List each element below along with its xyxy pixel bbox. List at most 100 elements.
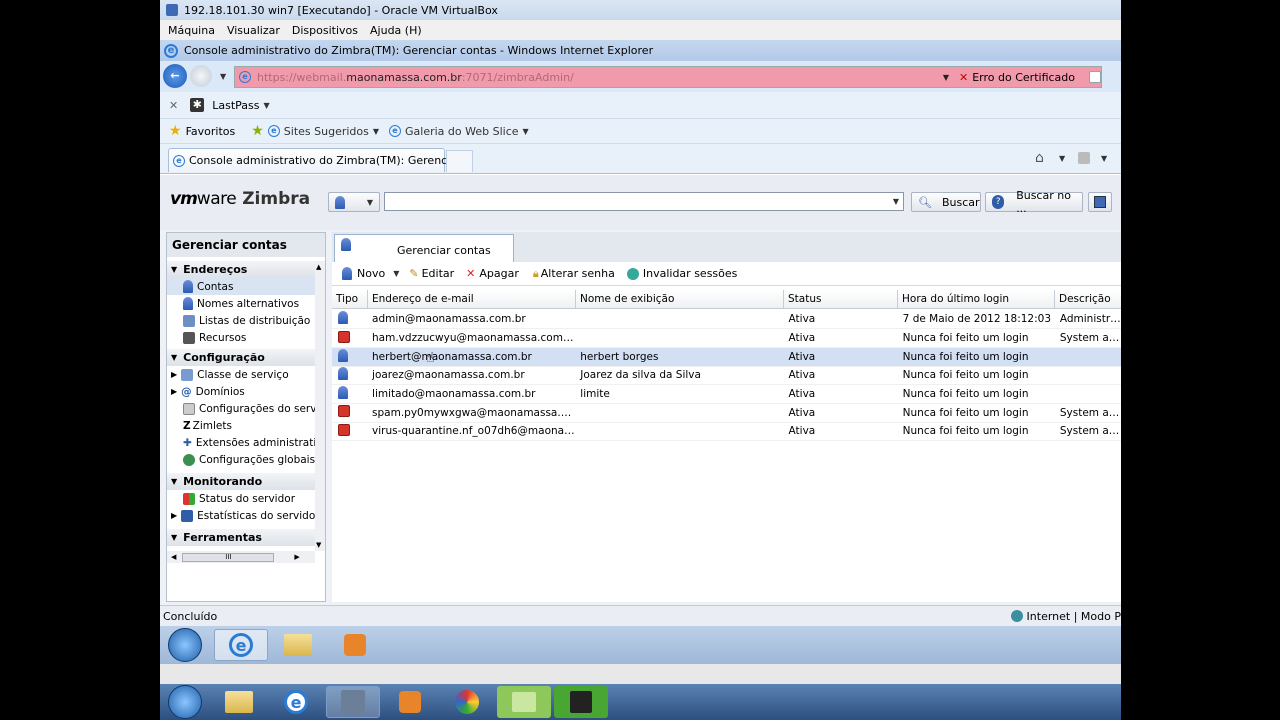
host-explorer-button[interactable] [212, 686, 266, 718]
forward-button[interactable] [190, 65, 212, 87]
table-row-selected[interactable]: herbert@maonamassa.com.br herbert borges… [332, 347, 1121, 367]
col-tipo[interactable]: Tipo [332, 289, 368, 309]
sidebar-item-config-servidor[interactable]: Configurações do servido [167, 400, 315, 417]
cert-error-button[interactable]: Erro do Certificado [972, 71, 1075, 84]
sidebar-item-status-servidor[interactable]: Status do servidor [167, 490, 315, 507]
search-in-button[interactable]: ? Buscar no ... [985, 189, 1083, 215]
col-email[interactable]: Endereço de e-mail [368, 289, 576, 309]
table-row[interactable]: spam.py0mywxgwa@maonamassa.com.br Ativa … [332, 403, 1121, 423]
home-dropdown-icon[interactable]: ▼ [1059, 154, 1065, 163]
vm-menu-devices[interactable]: Dispositivos [292, 24, 358, 37]
host-start-button[interactable] [168, 685, 202, 719]
browser-tab-active[interactable]: e Console administrativo do Zimbra(TM): … [168, 148, 468, 172]
section-enderecos[interactable]: ▼ Endereços [167, 261, 315, 278]
url-suffix: :7071/zimbraAdmin/ [461, 70, 574, 84]
expand-icon[interactable]: ▶ [171, 387, 177, 396]
table-row[interactable]: joarez@maonamassa.com.br Joarez da silva… [332, 366, 1121, 386]
invalidate-sessions-button[interactable]: Invalidar sessões [643, 267, 738, 280]
search-icon: 🔍︎ [918, 195, 932, 209]
table-row[interactable]: limitado@maonamassa.com.br limite Ativa … [332, 384, 1121, 404]
col-nome[interactable]: Nome de exibição [576, 289, 784, 309]
host-media-button[interactable] [383, 686, 437, 718]
taskbar-media-button[interactable] [328, 629, 382, 661]
row-type-cell [332, 310, 369, 330]
sidebar-item-recursos[interactable]: Recursos [167, 329, 315, 346]
change-password-button[interactable]: Alterar senha [541, 267, 615, 280]
hscroll-thumb[interactable]: III [182, 552, 275, 562]
save-search-button[interactable] [1088, 192, 1112, 212]
sidebar-item-extensoes[interactable]: ✚Extensões administrativa [167, 434, 315, 451]
search-type-dropdown[interactable]: ▼ [328, 192, 380, 212]
host-notes-button[interactable] [497, 686, 551, 718]
col-descricao[interactable]: Descrição [1055, 290, 1121, 309]
web-slice-link[interactable]: Galeria do Web Slice [405, 125, 519, 138]
new-button[interactable]: Novo [357, 267, 385, 280]
section-ferramentas[interactable]: ▼ Ferramentas [167, 529, 315, 546]
feeds-dropdown-icon[interactable]: ▼ [1101, 154, 1107, 163]
edit-button[interactable]: Editar [422, 267, 455, 280]
new-dropdown-icon[interactable]: ▼ [393, 269, 399, 278]
sidebar-item-classe-servico[interactable]: ▶ Classe de serviço [167, 366, 315, 383]
scroll-right-icon[interactable]: ▶ [294, 553, 299, 561]
vm-menu-machine[interactable]: Máquina [168, 24, 215, 37]
sidebar-item-listas[interactable]: Listas de distribuição [167, 312, 315, 329]
new-account-icon [342, 267, 352, 280]
close-toolbar-icon[interactable]: ✕ [169, 99, 178, 112]
collapse-icon[interactable]: ▼ [171, 265, 177, 274]
host-virtualbox-button[interactable] [326, 686, 380, 718]
sidebar-vscrollbar[interactable]: ▲ ▼ [315, 261, 325, 551]
back-button[interactable]: ← [163, 64, 187, 88]
suggested-sites-link[interactable]: Sites Sugeridos [284, 125, 369, 138]
section-configuracao[interactable]: ▼ Configuração [167, 349, 315, 366]
vm-menu-view[interactable]: Visualizar [227, 24, 280, 37]
ie-taskbar-icon: e [229, 633, 253, 657]
scroll-left-icon[interactable]: ◀ [171, 553, 176, 561]
add-favorite-icon[interactable]: ★ [251, 124, 264, 138]
table-row[interactable]: ham.vdzzucwyu@maonamassa.com.br Ativa Nu… [332, 328, 1121, 348]
taskbar-explorer-button[interactable] [271, 629, 325, 661]
search-input[interactable]: ▼ [384, 192, 904, 211]
expand-icon[interactable]: ▶ [171, 370, 177, 379]
host-recorder-button[interactable] [554, 686, 608, 718]
collapse-icon[interactable]: ▼ [171, 477, 177, 486]
sidebar-item-contas[interactable]: Contas [167, 278, 315, 295]
col-ultimo-login[interactable]: Hora do último login [898, 289, 1055, 309]
refresh-icon[interactable] [1089, 71, 1101, 83]
table-row[interactable]: virus-quarantine.nf_o07dh6@maonamass... … [332, 422, 1121, 442]
collapse-icon[interactable]: ▼ [171, 533, 177, 542]
start-button[interactable] [168, 628, 202, 662]
expand-icon[interactable]: ▶ [171, 511, 177, 520]
suggested-sites-dropdown-icon[interactable]: ▼ [373, 127, 379, 136]
feeds-icon[interactable] [1078, 152, 1090, 164]
search-history-dropdown-icon[interactable]: ▼ [893, 197, 899, 206]
search-button[interactable]: 🔍︎ Buscar [911, 192, 981, 212]
sidebar-item-dominios[interactable]: ▶ @ Domínios [167, 383, 315, 400]
sidebar-item-config-globais[interactable]: Configurações globais [167, 451, 315, 468]
folder-icon [284, 634, 312, 656]
sidebar-item-zimlets[interactable]: Z Zimlets [167, 417, 315, 434]
sidebar-item-nomes-alternativos[interactable]: Nomes alternativos [167, 295, 315, 312]
lastpass-menu[interactable]: LastPass [212, 99, 259, 112]
home-icon[interactable]: ⌂ [1035, 150, 1044, 166]
host-ie-button[interactable]: e [269, 686, 323, 718]
host-app-button[interactable] [440, 686, 494, 718]
web-slice-dropdown-icon[interactable]: ▼ [523, 127, 529, 136]
scroll-up-icon[interactable]: ▲ [316, 263, 321, 271]
sidebar-hscrollbar[interactable]: ◀ III ▶ [167, 551, 315, 563]
lastpass-dropdown-icon[interactable]: ▼ [263, 101, 269, 110]
collapse-icon[interactable]: ▼ [171, 353, 177, 362]
address-bar[interactable]: e https://webmail. maonamassa.com.br:7071… [234, 66, 1102, 88]
vm-menu-help[interactable]: Ajuda (H) [370, 24, 422, 37]
history-dropdown-icon[interactable]: ▼ [220, 72, 226, 81]
new-tab-button[interactable] [446, 150, 473, 172]
taskbar-ie-button[interactable]: e [214, 629, 268, 661]
url-dropdown-icon[interactable]: ▼ [943, 73, 949, 82]
sidebar-item-estatisticas[interactable]: ▶ Estatísticas do servidor [167, 507, 315, 524]
col-status[interactable]: Status [784, 289, 898, 309]
section-monitorando[interactable]: ▼ Monitorando [167, 473, 315, 490]
delete-button[interactable]: Apagar [479, 267, 519, 280]
favorites-button[interactable]: Favoritos [186, 125, 236, 138]
table-row[interactable]: admin@maonamassa.com.br Ativa 7 de Maio … [332, 310, 1121, 330]
scroll-down-icon[interactable]: ▼ [316, 541, 321, 549]
tab-gerenciar-contas[interactable]: Gerenciar contas [334, 234, 514, 262]
